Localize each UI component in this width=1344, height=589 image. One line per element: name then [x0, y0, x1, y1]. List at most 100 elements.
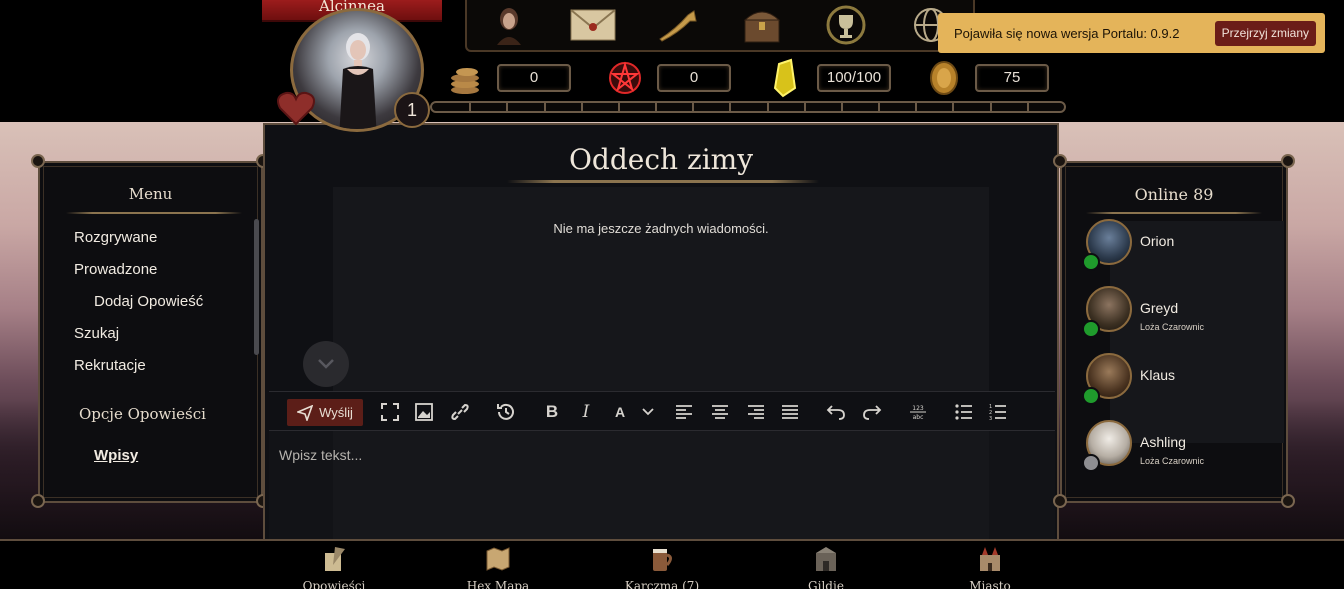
send-button[interactable]: Wyślij	[287, 399, 363, 426]
xp-bar-segment	[878, 103, 881, 111]
svg-text:abc: abc	[913, 414, 924, 420]
panel-corner-ornament	[31, 154, 45, 168]
nav-karczma[interactable]: Karczma (7)	[612, 545, 712, 589]
editor-toolbar: Wyślij B I A 123 abc 123	[269, 391, 1055, 431]
chevron-down-icon	[318, 359, 334, 369]
svg-text:123: 123	[912, 405, 924, 412]
nav-label: Miasto	[969, 579, 1011, 589]
story-options-title: Opcje Opowieści	[79, 405, 206, 423]
top-icon-strip	[465, 0, 975, 52]
user-name: Greyd	[1140, 300, 1179, 316]
menu-item-szukaj[interactable]: Szukaj	[74, 325, 119, 342]
letter-icon[interactable]	[569, 4, 617, 46]
user-name: Orion	[1140, 233, 1175, 249]
align-left-icon[interactable]	[673, 402, 695, 422]
align-center-icon[interactable]	[709, 402, 731, 422]
xp-bar-segment	[655, 103, 658, 111]
energy-stat: 100/100	[765, 58, 891, 98]
xp-bar-segment	[729, 103, 732, 111]
status-indicator	[1082, 454, 1100, 472]
gold-coin-icon	[930, 61, 958, 95]
undo-icon[interactable]	[825, 402, 847, 422]
pentagram-icon	[609, 61, 641, 94]
special-chars-icon[interactable]: 123 abc	[907, 402, 929, 422]
align-right-icon[interactable]	[745, 402, 767, 422]
nav-label: Gildie	[808, 579, 844, 589]
character-portrait-icon[interactable]	[485, 4, 533, 46]
xp-bar-segment	[952, 103, 955, 111]
status-indicator	[1082, 253, 1100, 271]
bullet-list-icon[interactable]	[953, 402, 975, 422]
text-color-icon[interactable]: A	[609, 402, 631, 422]
user-guild: Loża Czarownic	[1140, 456, 1205, 466]
experience-bar	[430, 101, 1066, 113]
xp-bar-segment	[506, 103, 509, 111]
online-user[interactable]: Orion	[1082, 219, 1286, 279]
bold-icon[interactable]: B	[541, 402, 563, 422]
numbered-list-icon[interactable]: 123	[987, 402, 1009, 422]
menu-scrollbar[interactable]	[254, 219, 259, 355]
empty-messages-text: Nie ma jeszcze żadnych wiadomości.	[553, 221, 769, 236]
panel-corner-ornament	[31, 494, 45, 508]
guild-hall-icon	[816, 547, 836, 571]
menu-item-rozgrywane[interactable]: Rozgrywane	[74, 229, 157, 246]
align-justify-icon[interactable]	[779, 402, 801, 422]
panel-corner-ornament	[1281, 154, 1295, 168]
send-icon	[297, 404, 314, 421]
image-icon[interactable]	[413, 402, 435, 422]
chest-icon[interactable]	[738, 4, 786, 46]
fullscreen-icon[interactable]	[379, 402, 401, 422]
message-area: Nie ma jeszcze żadnych wiadomości.	[333, 187, 989, 391]
italic-icon[interactable]: I	[575, 402, 597, 422]
online-users-panel: Online 89 Orion Greyd Loża Czarownic Kla…	[1060, 161, 1288, 503]
nav-label: Hex Mapa	[466, 579, 530, 589]
energy-value: 100/100	[817, 64, 891, 92]
left-menu-panel: Menu Rozgrywane Prowadzone Dodaj Opowieś…	[38, 161, 263, 503]
nav-hex-mapa[interactable]: Hex Mapa	[448, 545, 548, 589]
online-user[interactable]: Klaus	[1082, 353, 1286, 413]
menu-item-rekrutacje[interactable]: Rekrutacje	[74, 357, 146, 374]
text-color-dropdown-icon[interactable]	[637, 402, 659, 422]
health-heart-icon	[277, 91, 315, 126]
resource-stats: 0 0 100/100 75	[445, 58, 1065, 98]
map-icon	[486, 547, 510, 571]
energy-crystal-icon	[773, 58, 797, 98]
xp-bar-segment	[840, 103, 843, 111]
xp-bar-segment	[803, 103, 806, 111]
panel-corner-ornament	[1281, 494, 1295, 508]
history-icon[interactable]	[495, 402, 517, 422]
link-icon[interactable]	[449, 402, 471, 422]
scroll-down-button[interactable]	[303, 341, 349, 387]
coins-value: 0	[497, 64, 571, 92]
xp-bar-segment	[989, 103, 992, 111]
trophy-icon[interactable]	[822, 4, 870, 46]
online-user[interactable]: Greyd Loża Czarownic	[1082, 286, 1286, 346]
menu-item-prowadzone[interactable]: Prowadzone	[74, 261, 157, 278]
text-editor[interactable]: Wpisz tekst...	[269, 431, 1055, 542]
menu-item-dodaj-opowiesc[interactable]: Dodaj Opowieść	[94, 293, 203, 310]
menu-divider	[66, 212, 242, 214]
xp-bar-segment	[766, 103, 769, 111]
panel-corner-ornament	[1053, 154, 1067, 168]
nav-label: Karczma (7)	[624, 579, 700, 589]
nav-gildie[interactable]: Gildie	[776, 545, 876, 589]
xp-bar-segment	[469, 103, 472, 111]
story-panel: Oddech zimy Nie ma jeszcze żadnych wiado…	[263, 123, 1059, 542]
xp-bar-segment	[617, 103, 620, 111]
status-indicator	[1082, 320, 1100, 338]
redo-icon[interactable]	[861, 402, 883, 422]
xp-bar-segment	[580, 103, 583, 111]
nav-opowiesci[interactable]: Opowieści	[284, 545, 384, 589]
xp-bar-segment	[692, 103, 695, 111]
view-changes-button[interactable]: Przejrzyj zmiany	[1214, 21, 1316, 46]
options-item-wpisy[interactable]: Wpisy	[94, 447, 138, 464]
story-title: Oddech zimy	[568, 143, 754, 176]
coins-icon	[451, 68, 479, 94]
nav-miasto[interactable]: Miasto	[940, 545, 1040, 589]
horn-icon[interactable]	[654, 4, 702, 46]
online-user[interactable]: Ashling Loża Czarownic	[1082, 420, 1286, 480]
online-title: Online 89	[1134, 185, 1214, 204]
panel-corner-ornament	[1053, 494, 1067, 508]
quill-scroll-icon	[325, 547, 345, 571]
avatar-figure	[339, 33, 377, 129]
